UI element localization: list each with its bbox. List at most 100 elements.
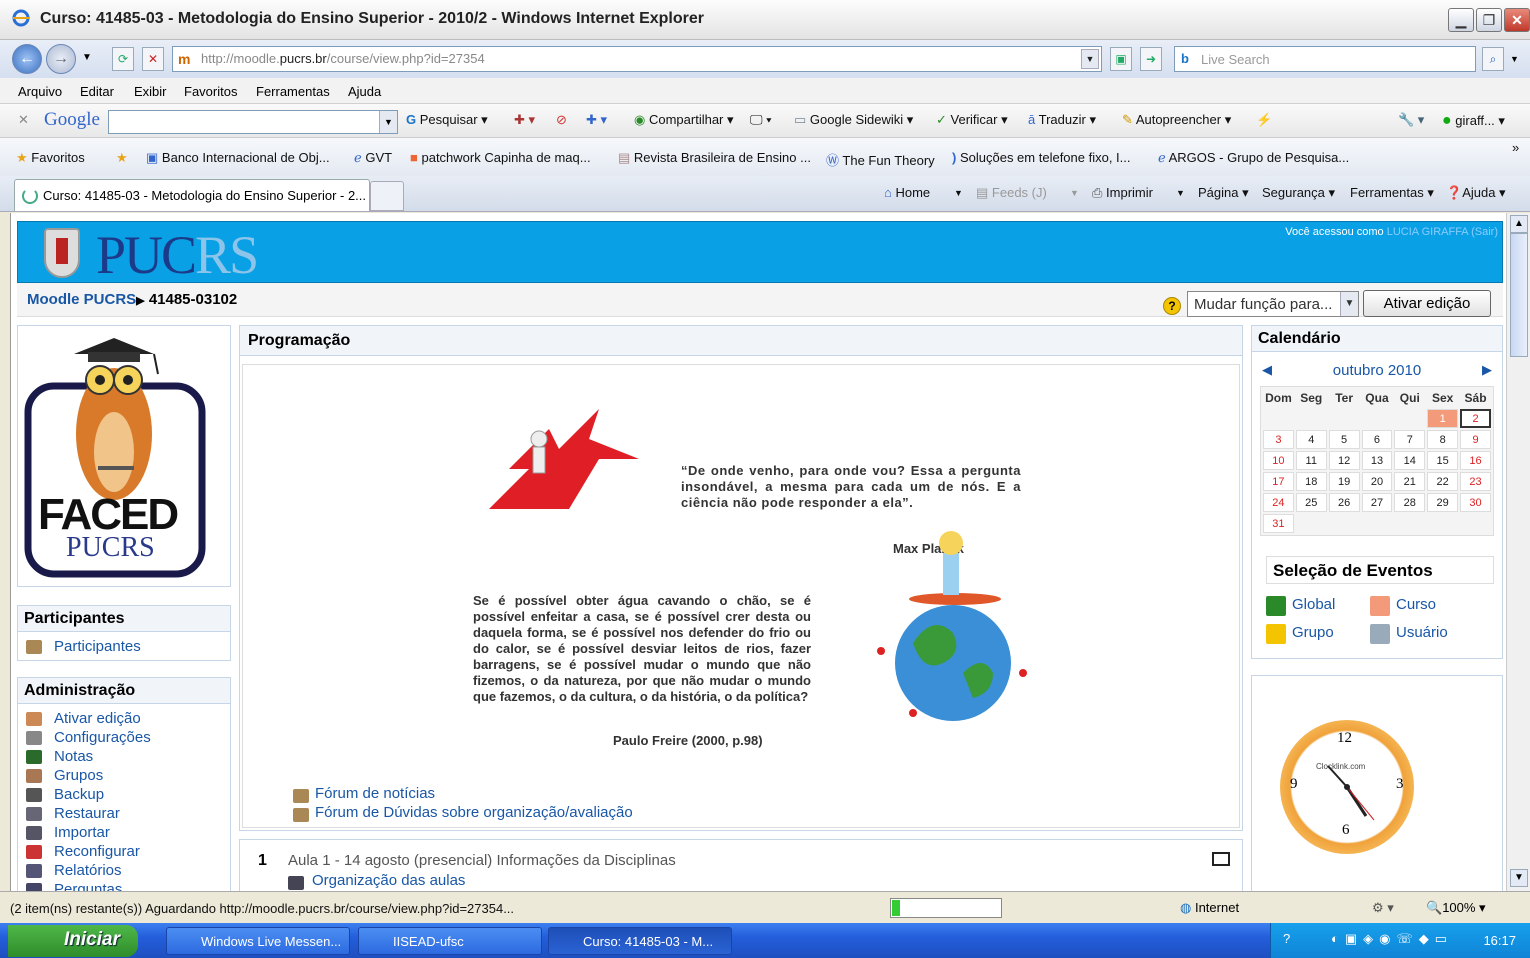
zoom-control[interactable]: 🔍100% ▾	[1426, 900, 1486, 916]
forward-button[interactable]: →	[46, 44, 76, 74]
tab-current[interactable]: Curso: 41485-03 - Metodologia do Ensino …	[14, 179, 370, 211]
task-curso[interactable]: Curso: 41485-03 - M...	[548, 927, 732, 955]
wrench-icon[interactable]: 🔧 ▾	[1398, 112, 1424, 128]
calendar-day[interactable]: 2	[1460, 409, 1491, 428]
address-dropdown-icon[interactable]: ▼	[1081, 49, 1099, 69]
history-dropdown-icon[interactable]: ▼	[82, 52, 92, 63]
add-favorite-icon[interactable]: ★	[116, 150, 128, 166]
favoritos-button[interactable]: ★ Favoritos	[16, 150, 85, 166]
event-filter-curso[interactable]: Curso	[1396, 596, 1436, 613]
calendar-day[interactable]: 20	[1361, 472, 1393, 491]
calendar-day[interactable]: 18	[1295, 472, 1327, 491]
menu-favoritos[interactable]: Favoritos	[184, 84, 237, 99]
calendar-day[interactable]: 24	[1263, 493, 1294, 512]
clock-widget[interactable]: 12 3 6 9 Clocklink.com	[1280, 720, 1414, 854]
calendar-day[interactable]: 21	[1394, 472, 1426, 491]
traduzir-button[interactable]: ā Traduzir ▾	[1028, 112, 1096, 128]
task-messenger[interactable]: Windows Live Messen...	[166, 927, 350, 955]
pesquisar-button[interactable]: G Pesquisar ▾	[406, 112, 488, 128]
menu-ferramentas[interactable]: Ferramentas	[256, 84, 330, 99]
search-icon[interactable]: ⌕	[1482, 47, 1504, 71]
feeds-dropdown-icon[interactable]: ▼	[1070, 188, 1079, 198]
forum-noticias-link[interactable]: Fórum de notícias	[315, 785, 435, 802]
new-tab-button[interactable]	[370, 181, 404, 211]
scroll-down-icon[interactable]: ▼	[1510, 869, 1528, 887]
enable-editing-button[interactable]: Ativar edição	[1363, 290, 1491, 317]
section-highlight-checkbox[interactable]	[1212, 852, 1230, 866]
calendar-day[interactable]: 17	[1263, 472, 1294, 491]
user-event-icon[interactable]	[1370, 624, 1390, 644]
participants-link[interactable]: Participantes	[54, 638, 141, 655]
back-button[interactable]: ←	[12, 44, 42, 74]
calendar-day[interactable]: 29	[1427, 493, 1459, 512]
calendar-day[interactable]: 25	[1295, 493, 1327, 512]
calendar-day[interactable]: 31	[1263, 514, 1294, 533]
menu-arquivo[interactable]: Arquivo	[18, 84, 62, 99]
restore-button[interactable]: ❐	[1476, 8, 1502, 32]
live-search-input[interactable]: b Live Search	[1174, 46, 1476, 72]
calendar-day[interactable]: 11	[1295, 451, 1327, 470]
fav-item-3[interactable]: ▤ Revista Brasileira de Ensino ...	[618, 150, 811, 166]
favorites-overflow-icon[interactable]: »	[1512, 140, 1519, 155]
start-button[interactable]: Iniciar	[8, 925, 138, 957]
scroll-up-icon[interactable]: ▲	[1510, 215, 1528, 233]
home-dropdown-icon[interactable]: ▼	[954, 188, 963, 198]
go-icon[interactable]: ➜	[1140, 47, 1162, 71]
calendar-day[interactable]: 10	[1263, 451, 1294, 470]
calendar-day[interactable]: 8	[1427, 430, 1459, 449]
address-input[interactable]: m http://moodle.pucrs.br/course/view.php…	[172, 46, 1102, 72]
verificar-button[interactable]: ✓ Verificar ▾	[936, 112, 1008, 128]
breadcrumb-home-link[interactable]: Moodle PUCRS	[27, 291, 136, 308]
admin-link-relatorios[interactable]: Relatórios	[54, 862, 122, 879]
tray-icons[interactable]: ◐▣◈◉☏◆▭	[1331, 931, 1453, 947]
compartilhar-button[interactable]: ◉ Compartilhar ▾	[634, 112, 734, 128]
menu-ajuda[interactable]: Ajuda	[348, 84, 381, 99]
print-dropdown-icon[interactable]: ▼	[1176, 188, 1185, 198]
plus-icon[interactable]: ✚ ▾	[586, 112, 607, 128]
calendar-day[interactable]: 1	[1427, 409, 1459, 428]
logout-link[interactable]: (Sair)	[1471, 226, 1498, 238]
admin-link-backup[interactable]: Backup	[54, 786, 104, 803]
calendar-day[interactable]: 27	[1361, 493, 1393, 512]
close-button[interactable]: ✕	[1504, 8, 1530, 32]
admin-link-grupos[interactable]: Grupos	[54, 767, 103, 784]
calendar-day[interactable]: 26	[1328, 493, 1360, 512]
screen-icon[interactable]: 🖵 ▾	[750, 112, 772, 128]
fav-item-5[interactable]: ) Soluções em telefone fixo, I...	[952, 150, 1131, 165]
event-filter-global[interactable]: Global	[1292, 596, 1335, 613]
calendar-day[interactable]: 22	[1427, 472, 1459, 491]
ferramentas-menu[interactable]: Ferramentas ▾	[1350, 185, 1434, 201]
calendar-day[interactable]: 13	[1361, 451, 1393, 470]
admin-link-importar[interactable]: Importar	[54, 824, 110, 841]
pagina-menu[interactable]: Página ▾	[1198, 185, 1249, 201]
fav-item-0[interactable]: ▣ Banco Internacional de Obj...	[146, 150, 330, 166]
home-button[interactable]: ⌂ Home	[884, 185, 930, 200]
group-event-icon[interactable]	[1266, 624, 1286, 644]
close-toolbar-icon[interactable]: ✕	[18, 112, 29, 128]
stop-icon[interactable]: ✕	[142, 47, 164, 71]
calendar-day[interactable]: 6	[1361, 430, 1393, 449]
calendar-day[interactable]: 28	[1394, 493, 1426, 512]
tray-help-icon[interactable]: ?	[1283, 931, 1290, 946]
calendar-day[interactable]: 19	[1328, 472, 1360, 491]
next-month-icon[interactable]: ▶	[1482, 362, 1492, 378]
refresh-icon[interactable]: ⟳	[112, 47, 134, 71]
global-event-icon[interactable]	[1266, 596, 1286, 616]
sidewiki-button[interactable]: ▭ Google Sidewiki ▾	[794, 112, 913, 128]
login-user-link[interactable]: LUCIA GIRAFFA	[1387, 226, 1468, 238]
admin-link-perguntas[interactable]: Perguntas	[54, 881, 122, 891]
task-iisead[interactable]: IISEAD-ufsc	[358, 927, 542, 955]
admin-link-configuracoes[interactable]: Configurações	[54, 729, 151, 746]
event-filter-usuario[interactable]: Usuário	[1396, 624, 1448, 641]
seguranca-menu[interactable]: Segurança ▾	[1262, 185, 1335, 201]
vertical-scrollbar[interactable]: ▲ ▼	[1506, 213, 1530, 891]
calendar-day[interactable]: 23	[1460, 472, 1491, 491]
calendar-day[interactable]: 12	[1328, 451, 1360, 470]
admin-link-restaurar[interactable]: Restaurar	[54, 805, 120, 822]
minimize-button[interactable]: ▁	[1448, 8, 1474, 32]
highlight-icon[interactable]: ⚡	[1256, 112, 1272, 128]
event-filter-grupo[interactable]: Grupo	[1292, 624, 1334, 641]
organizacao-aulas-link[interactable]: Organização das aulas	[312, 872, 465, 889]
google-search-dropdown-icon[interactable]: ▼	[379, 111, 397, 133]
scroll-thumb[interactable]	[1510, 233, 1528, 357]
